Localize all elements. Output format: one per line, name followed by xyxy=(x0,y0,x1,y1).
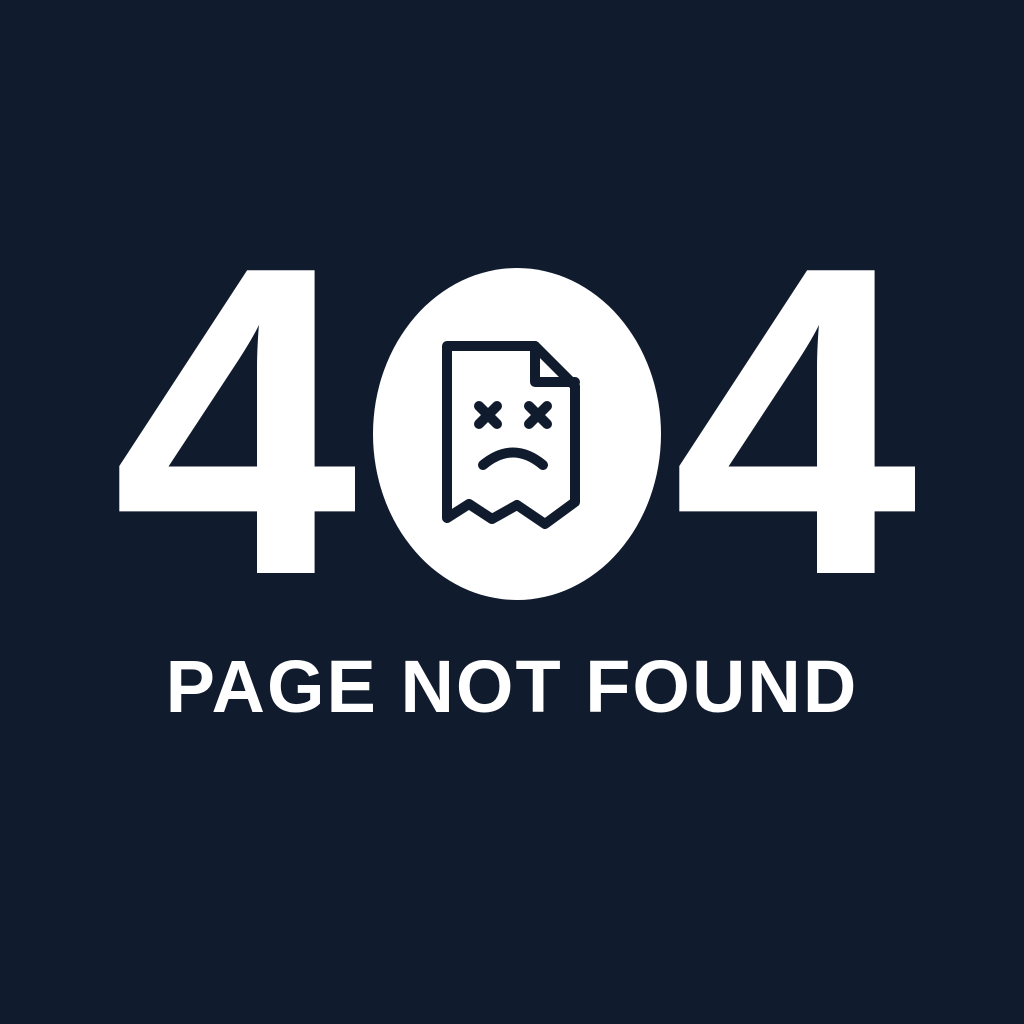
error-code-404: 4 4 xyxy=(0,0,1024,1024)
broken-file-sad-face-icon xyxy=(442,341,580,529)
page-title: PAGE NOT FOUND xyxy=(165,645,859,728)
error-digit-right: 4 xyxy=(672,176,918,667)
error-digit-left: 4 xyxy=(112,176,358,667)
not-found-page: 4 4 PAGE NOT FOUND xyxy=(0,0,1024,1024)
